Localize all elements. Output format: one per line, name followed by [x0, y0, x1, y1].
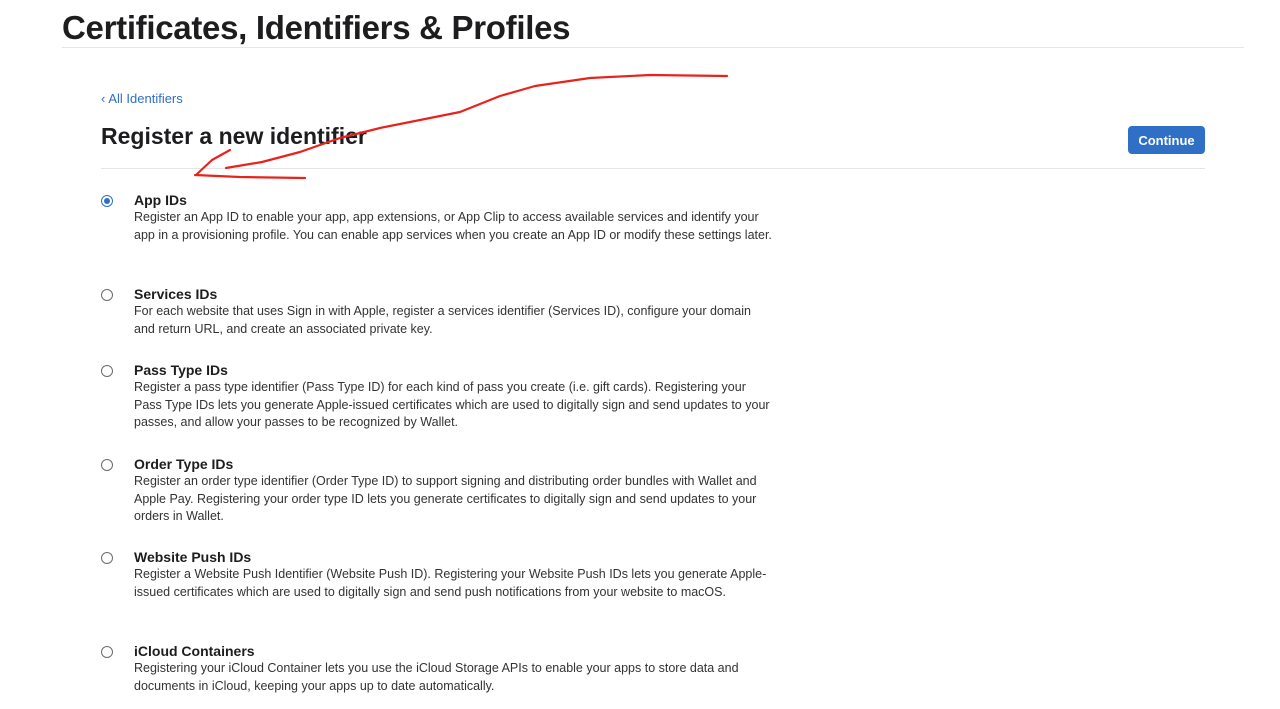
title-divider: [62, 47, 1244, 48]
all-identifiers-link[interactable]: ‹ All Identifiers: [101, 91, 183, 107]
option-description: Registering your iCloud Container lets y…: [134, 661, 739, 693]
annotation-arrow-head-upper: [195, 148, 232, 176]
page-title: Certificates, Identifiers & Profiles: [62, 9, 571, 46]
option-label[interactable]: Services IDs: [134, 285, 217, 303]
section-title: Register a new identifier: [101, 123, 367, 149]
option-label[interactable]: Order Type IDs: [134, 455, 233, 473]
option-label[interactable]: Pass Type IDs: [134, 361, 228, 379]
chevron-left-icon: ‹: [101, 91, 106, 106]
option-description: Register an App ID to enable your app, a…: [134, 210, 772, 242]
section-divider: [101, 168, 1205, 169]
radio-icloud-containers radio-unselected-icon[interactable]: [101, 646, 113, 658]
continue-button[interactable]: Continue: [1128, 126, 1205, 154]
radio-pass-type-ids radio-unselected-icon[interactable]: [101, 365, 113, 377]
option-description: For each website that uses Sign in with …: [134, 304, 751, 336]
option-description: Register an order type identifier (Order…: [134, 474, 757, 523]
page: Certificates, Identifiers & Profiles ‹ Al…: [0, 0, 1280, 709]
option-label[interactable]: Website Push IDs: [134, 548, 251, 566]
option-label[interactable]: iCloud Containers: [134, 642, 255, 660]
option-label[interactable]: App IDs: [134, 191, 187, 209]
radio-website-push-ids radio-unselected-icon[interactable]: [101, 552, 113, 564]
radio-services-ids radio-unselected-icon[interactable]: [101, 289, 113, 301]
option-description: Register a pass type identifier (Pass Ty…: [134, 380, 770, 429]
red-arrow-annotation: [193, 73, 729, 180]
radio-order-type-ids radio-unselected-icon[interactable]: [101, 459, 113, 471]
annotation-arrow-head-lower: [193, 173, 307, 180]
back-link-label: All Identifiers: [108, 91, 183, 106]
option-description: Register a Website Push Identifier (Webs…: [134, 567, 767, 599]
radio-app-ids radio-selected-icon[interactable]: [101, 195, 113, 207]
